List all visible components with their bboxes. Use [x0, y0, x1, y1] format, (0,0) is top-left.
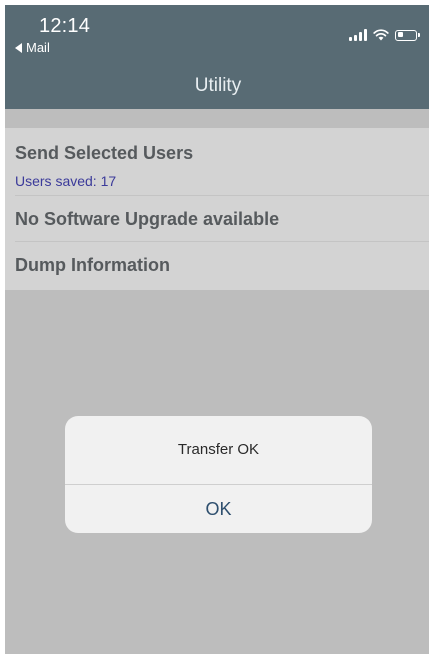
dump-information-item[interactable]: Dump Information: [5, 242, 429, 290]
phone-screen: 12:14 Mail Utility Send Selected Users U…: [5, 5, 429, 654]
back-app-label: Mail: [26, 40, 50, 55]
signal-icon: [349, 29, 367, 41]
utility-menu: Send Selected Users Users saved: 17 No S…: [5, 128, 429, 290]
top-bar: 12:14 Mail Utility: [5, 5, 429, 109]
back-triangle-icon: [15, 42, 22, 53]
status-time: 12:14: [39, 15, 91, 37]
menu-item-label: No Software Upgrade available: [15, 209, 280, 229]
ok-button[interactable]: OK: [65, 485, 372, 533]
send-selected-users-item[interactable]: Send Selected Users Users saved: 17: [5, 128, 429, 196]
alert-message: Transfer OK: [177, 441, 260, 458]
users-saved-count: Users saved: 17: [15, 173, 117, 189]
battery-icon: [395, 29, 420, 41]
page-title: Utility: [194, 75, 242, 96]
wifi-icon: [373, 29, 389, 41]
status-icons: [349, 29, 420, 41]
back-to-mail-link[interactable]: Mail: [15, 40, 50, 55]
menu-item-label: Send Selected Users: [15, 143, 194, 163]
alert-dialog: Transfer OK OK: [65, 416, 372, 533]
software-upgrade-item[interactable]: No Software Upgrade available: [5, 196, 429, 242]
menu-item-label: Dump Information: [15, 255, 170, 275]
